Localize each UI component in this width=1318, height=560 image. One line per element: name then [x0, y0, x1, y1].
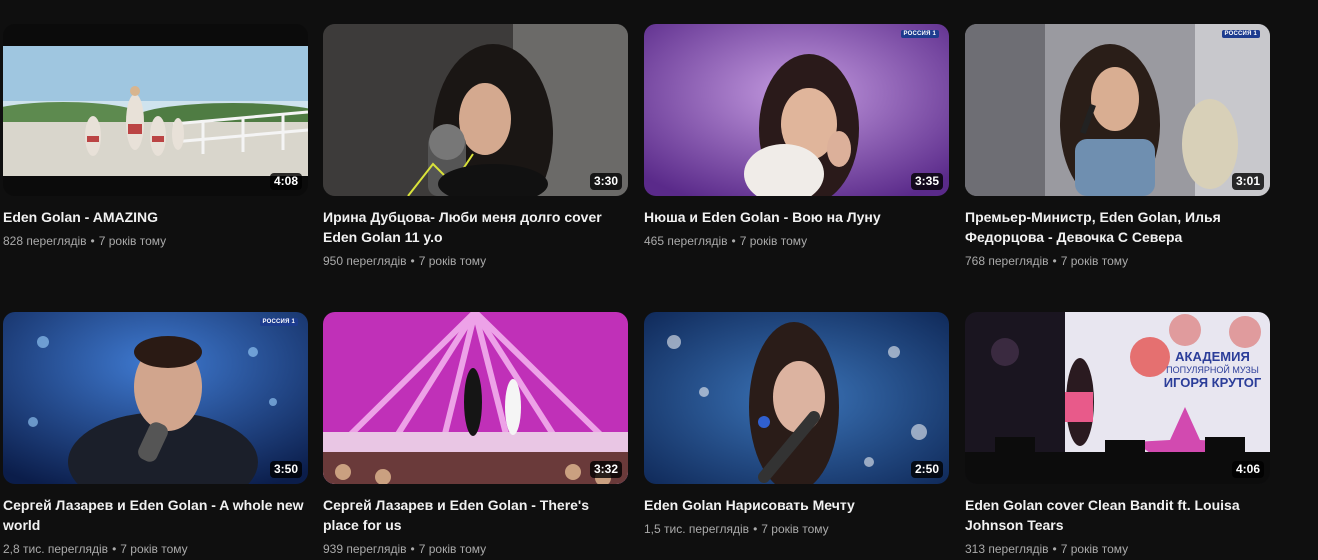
- meta-separator: •: [1052, 254, 1057, 268]
- video-card[interactable]: АКАДЕМИЯ ПОПУЛЯРНОЙ МУЗЫ ИГОРЯ КРУТОГ 4:…: [965, 312, 1270, 558]
- thumbnail-image: [965, 24, 1270, 196]
- video-card[interactable]: 3:32 Сергей Лазарев и Eden Golan - There…: [323, 312, 628, 558]
- channel-watermark: РОССИЯ 1: [259, 318, 298, 326]
- thumbnail-image: [3, 24, 308, 196]
- video-duration: 4:08: [269, 173, 302, 190]
- thumbnail-banner: АКАДЕМИЯ ПОПУЛЯРНОЙ МУЗЫ ИГОРЯ КРУТОГ: [1155, 350, 1270, 390]
- meta-separator: •: [410, 254, 415, 268]
- video-meta: 950 переглядів • 7 років тому: [323, 252, 628, 270]
- banner-line-1: АКАДЕМИЯ: [1175, 349, 1250, 364]
- video-duration: 3:30: [589, 173, 622, 190]
- thumbnail-image: [644, 24, 949, 196]
- upload-age: 7 років тому: [1060, 254, 1129, 268]
- view-count: 465 переглядів: [644, 234, 728, 248]
- video-duration: 3:50: [269, 461, 302, 478]
- video-card[interactable]: РОССИЯ 1 3:50 Сергей Лазарев и Eden Gola…: [3, 312, 308, 558]
- video-meta: 313 переглядів • 7 років тому: [965, 540, 1270, 558]
- video-card[interactable]: 2:50 Eden Golan Нарисовать Мечту 1,5 тис…: [644, 312, 949, 538]
- view-count: 939 переглядів: [323, 542, 407, 556]
- view-count: 2,8 тис. переглядів: [3, 542, 109, 556]
- video-card[interactable]: РОССИЯ 1 3:35 Нюша и Eden Golan - Вою на…: [644, 24, 949, 250]
- video-title[interactable]: Сергей Лазарев и Eden Golan - A whole ne…: [3, 495, 308, 535]
- upload-age: 7 років тому: [418, 254, 487, 268]
- video-meta: 2,8 тис. переглядів • 7 років тому: [3, 540, 308, 558]
- upload-age: 7 років тому: [120, 542, 188, 556]
- video-meta: 768 переглядів • 7 років тому: [965, 252, 1270, 270]
- video-thumbnail[interactable]: РОССИЯ 1 3:01: [965, 24, 1270, 196]
- video-thumbnail[interactable]: РОССИЯ 1 3:35: [644, 24, 949, 196]
- video-title[interactable]: Eden Golan Нарисовать Мечту: [644, 495, 949, 515]
- meta-separator: •: [731, 234, 736, 248]
- thumbnail-image: [644, 312, 949, 484]
- view-count: 768 переглядів: [965, 254, 1049, 268]
- upload-age: 7 років тому: [418, 542, 487, 556]
- video-title[interactable]: Eden Golan - AMAZING: [3, 207, 308, 227]
- meta-separator: •: [1052, 542, 1057, 556]
- video-title[interactable]: Ирина Дубцова- Люби меня долго cover Ede…: [323, 207, 628, 247]
- video-title[interactable]: Премьер-Министр, Eden Golan, Илья Федорц…: [965, 207, 1270, 247]
- upload-age: 7 років тому: [761, 522, 829, 536]
- thumbnail-image: [965, 312, 1270, 484]
- banner-line-3: ИГОРЯ КРУТОГ: [1163, 375, 1262, 390]
- video-thumbnail[interactable]: АКАДЕМИЯ ПОПУЛЯРНОЙ МУЗЫ ИГОРЯ КРУТОГ 4:…: [965, 312, 1270, 484]
- view-count: 1,5 тис. переглядів: [644, 522, 750, 536]
- upload-age: 7 років тому: [98, 234, 167, 248]
- video-meta: 465 переглядів • 7 років тому: [644, 232, 949, 250]
- video-card[interactable]: 3:30 Ирина Дубцова- Люби меня долго cove…: [323, 24, 628, 270]
- video-duration: 3:35: [910, 173, 943, 190]
- view-count: 828 переглядів: [3, 234, 87, 248]
- video-thumbnail[interactable]: 4:08: [3, 24, 308, 196]
- video-meta: 828 переглядів • 7 років тому: [3, 232, 308, 250]
- meta-separator: •: [90, 234, 95, 248]
- video-thumbnail[interactable]: 3:30: [323, 24, 628, 196]
- video-title[interactable]: Сергей Лазарев и Eden Golan - There's pl…: [323, 495, 628, 535]
- view-count: 313 переглядів: [965, 542, 1049, 556]
- video-duration: 3:01: [1231, 173, 1264, 190]
- meta-separator: •: [410, 542, 415, 556]
- video-meta: 1,5 тис. переглядів • 7 років тому: [644, 520, 949, 538]
- video-thumbnail[interactable]: 2:50: [644, 312, 949, 484]
- video-duration: 3:32: [589, 461, 622, 478]
- channel-watermark: РОССИЯ 1: [1221, 30, 1260, 38]
- video-duration: 2:50: [910, 461, 943, 478]
- thumbnail-image: [3, 312, 308, 484]
- video-duration: 4:06: [1231, 461, 1264, 478]
- upload-age: 7 років тому: [739, 234, 808, 248]
- video-title[interactable]: Нюша и Eden Golan - Вою на Луну: [644, 207, 949, 227]
- upload-age: 7 років тому: [1060, 542, 1129, 556]
- video-title[interactable]: Eden Golan cover Clean Bandit ft. Louisa…: [965, 495, 1270, 535]
- video-meta: 939 переглядів • 7 років тому: [323, 540, 628, 558]
- video-thumbnail[interactable]: 3:32: [323, 312, 628, 484]
- meta-separator: •: [753, 522, 758, 536]
- channel-watermark: РОССИЯ 1: [900, 30, 939, 38]
- thumbnail-image: [323, 24, 628, 196]
- thumbnail-image: [323, 312, 628, 484]
- view-count: 950 переглядів: [323, 254, 407, 268]
- video-thumbnail[interactable]: РОССИЯ 1 3:50: [3, 312, 308, 484]
- video-card[interactable]: 4:08 Eden Golan - AMAZING 828 переглядів…: [3, 24, 308, 250]
- meta-separator: •: [112, 542, 117, 556]
- video-card[interactable]: РОССИЯ 1 3:01 Премьер-Министр, Eden Gola…: [965, 24, 1270, 270]
